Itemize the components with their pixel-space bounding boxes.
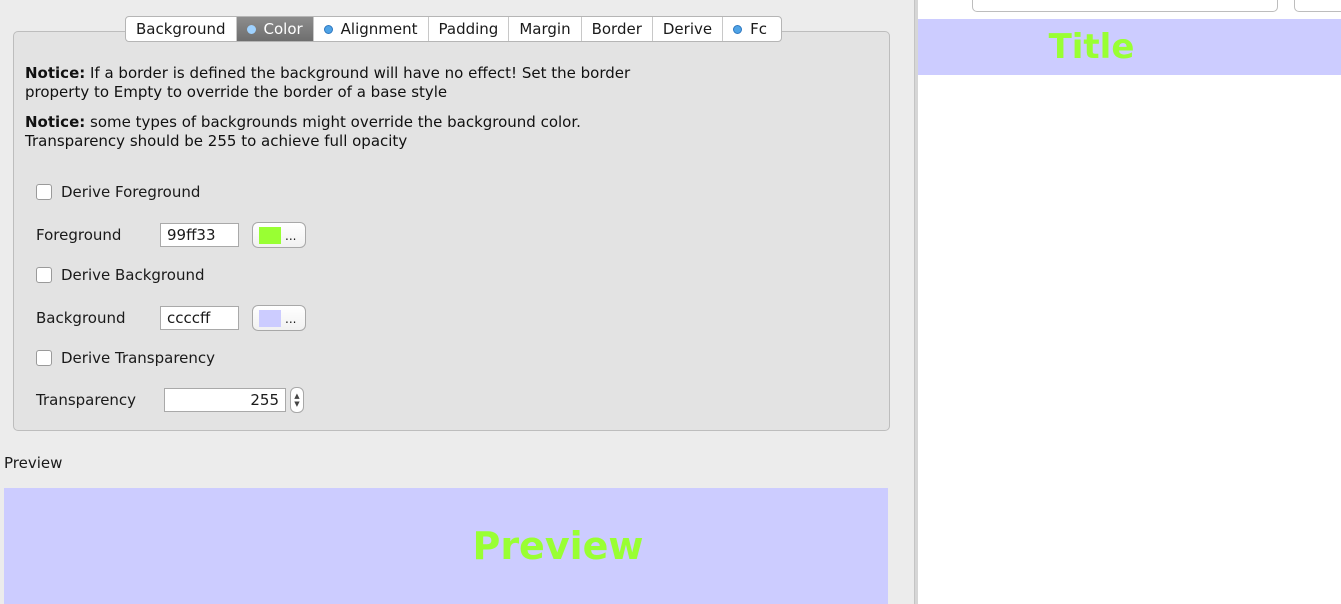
transparency-stepper[interactable]: ▲ ▼ <box>290 387 304 413</box>
tab-label: Margin <box>519 20 571 38</box>
preview-text: Preview <box>472 524 644 568</box>
derive-transparency-label: Derive Transparency <box>61 349 216 367</box>
modified-dot-icon <box>733 24 743 34</box>
ellipsis-label: ... <box>285 312 297 326</box>
tab-alignment[interactable]: Alignment <box>314 17 429 41</box>
transparency-label: Transparency <box>36 391 137 409</box>
transparency-notice: Notice: some types of backgrounds might … <box>25 113 581 151</box>
background-label: Background <box>36 309 126 327</box>
tab-label: Fc <box>750 20 767 38</box>
tab-border[interactable]: Border <box>582 17 653 41</box>
tab-derive[interactable]: Derive <box>653 17 724 41</box>
tab-background[interactable]: Background <box>126 17 237 41</box>
notice-text: If a border is defined the background wi… <box>85 64 631 82</box>
style-editor-panel: Background Color Alignment Padding Margi… <box>0 0 914 604</box>
tab-label: Background <box>136 20 226 38</box>
tab-color[interactable]: Color <box>236 17 314 41</box>
notice-bold: Notice: <box>25 113 86 131</box>
live-preview-panel: Title <box>918 0 1341 604</box>
tab-label: Border <box>591 20 642 38</box>
background-swatch <box>259 309 281 327</box>
background-hex-field[interactable]: ccccff <box>160 306 239 330</box>
foreground-label: Foreground <box>36 226 122 244</box>
transparency-field[interactable]: 255 <box>164 388 286 412</box>
tab-strip: Background Color Alignment Padding Margi… <box>125 16 782 42</box>
preview-label: Preview <box>4 454 63 472</box>
foreground-hex-field[interactable]: 99ff33 <box>160 223 239 247</box>
transparency-row: Transparency 255 ▲ ▼ <box>36 387 304 413</box>
notice-text: Transparency should be 255 to achieve fu… <box>25 132 408 150</box>
title-bar: Title <box>918 19 1341 75</box>
derive-background-label: Derive Background <box>61 266 205 284</box>
derive-transparency-row[interactable]: Derive Transparency <box>36 349 215 367</box>
chevron-down-icon[interactable]: ▼ <box>294 400 299 408</box>
tab-label: Derive <box>662 20 713 38</box>
notice-text: property to Empty to override the border… <box>25 83 448 101</box>
derive-foreground-checkbox[interactable] <box>36 184 52 200</box>
tab-padding[interactable]: Padding <box>429 17 510 41</box>
notice-text: some types of backgrounds might override… <box>85 113 581 131</box>
ellipsis-label: ... <box>285 229 297 243</box>
title-text: Title <box>1048 27 1135 67</box>
derive-foreground-row[interactable]: Derive Foreground <box>36 183 200 201</box>
preview-box: Preview <box>4 488 888 604</box>
tab-label: Alignment <box>340 20 418 38</box>
notice-bold: Notice: <box>25 64 86 82</box>
foreground-row: Foreground 99ff33 ... <box>36 222 306 248</box>
background-row: Background ccccff ... <box>36 305 306 331</box>
tab-font-truncated[interactable]: Fc <box>723 17 781 41</box>
border-notice: Notice: If a border is defined the backg… <box>25 64 630 102</box>
modified-dot-icon <box>323 24 333 34</box>
top-input-field[interactable] <box>972 0 1278 12</box>
derive-foreground-label: Derive Foreground <box>61 183 201 201</box>
tab-label: Padding <box>438 20 499 38</box>
derive-background-checkbox[interactable] <box>36 267 52 283</box>
chevron-up-icon[interactable]: ▲ <box>294 392 299 400</box>
foreground-swatch <box>259 226 281 244</box>
background-color-picker-button[interactable]: ... <box>252 305 306 331</box>
tab-label: Color <box>263 20 303 38</box>
derive-background-row[interactable]: Derive Background <box>36 266 204 284</box>
tab-margin[interactable]: Margin <box>509 17 582 41</box>
top-button[interactable] <box>1294 0 1341 12</box>
derive-transparency-checkbox[interactable] <box>36 350 52 366</box>
foreground-color-picker-button[interactable]: ... <box>252 222 306 248</box>
modified-dot-icon <box>246 24 256 34</box>
